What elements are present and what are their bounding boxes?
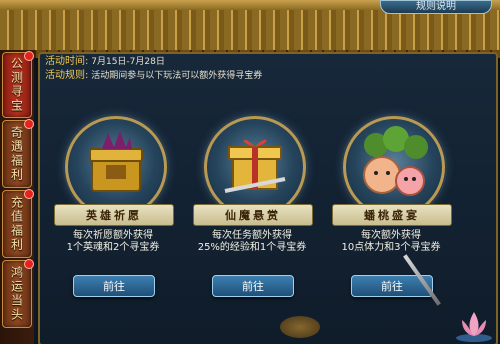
- notification-dot: [24, 51, 34, 61]
- notification-dot: [24, 119, 34, 129]
- gold-pile-decoration: [280, 316, 320, 338]
- card-hero-prayer: 英雄祈愿 每次祈愿额外获得 1个英魂和2个寻宝券 前往: [44, 112, 182, 300]
- card-title: 仙魔悬赏: [193, 204, 313, 226]
- notification-dot: [24, 189, 34, 199]
- time-value: 7月15日-7月28日: [91, 57, 165, 67]
- card-title: 英雄祈愿: [54, 204, 174, 226]
- card-title: 蟠桃盛宴: [332, 204, 452, 226]
- go-button[interactable]: 前往: [212, 275, 294, 297]
- card-desc-line1: 每次祈愿额外获得: [73, 230, 153, 241]
- tab-good-fortune[interactable]: 鸿运当头: [2, 259, 34, 328]
- tab-label: 公测寻宝: [9, 57, 24, 113]
- treasure-chest-icon: [65, 116, 167, 218]
- activity-info: 活动时间: 7月15日-7月28日 活动规则: 活动期间参与以下玩法可以额外获得…: [45, 55, 262, 83]
- golden-gift-box-icon: [204, 116, 306, 218]
- card-desc-line2: 25%的经验和1个寻宝券: [197, 242, 307, 253]
- go-button[interactable]: 前往: [73, 275, 155, 297]
- card-immortal-bounty: 仙魔悬赏 每次任务额外获得 25%的经验和1个寻宝券 前往: [183, 112, 321, 300]
- card-desc-line1: 每次额外获得: [361, 230, 421, 241]
- card-description: 每次额外获得 10点体力和3个寻宝券: [322, 230, 460, 254]
- tab-label: 奇遇福利: [9, 126, 24, 182]
- rule-value: 活动期间参与以下玩法可以额外获得寻宝券: [91, 71, 263, 81]
- card-description: 每次任务额外获得 25%的经验和1个寻宝券: [183, 230, 321, 254]
- rule-key: 活动规则:: [45, 70, 89, 81]
- card-desc-line2: 10点体力和3个寻宝券: [341, 242, 441, 253]
- peach-spirits-icon: [343, 116, 445, 218]
- rules-button[interactable]: 规则说明: [380, 0, 492, 14]
- lotus-flower-icon: [456, 312, 492, 342]
- tab-adventure-welfare[interactable]: 奇遇福利: [2, 119, 34, 188]
- notification-dot: [24, 259, 34, 269]
- tab-label: 充值福利: [9, 196, 24, 252]
- tab-recharge-welfare[interactable]: 充值福利: [2, 189, 34, 258]
- sidebar: 公测寻宝 奇遇福利 充值福利 鸿运当头: [0, 50, 34, 344]
- card-desc-line1: 每次任务额外获得: [212, 230, 292, 241]
- card-desc-line2: 1个英魂和2个寻宝券: [66, 242, 160, 253]
- tab-label: 鸿运当头: [9, 266, 24, 322]
- tab-public-test-treasure[interactable]: 公测寻宝: [2, 51, 34, 118]
- card-peach-banquet: 蟠桃盛宴 每次额外获得 10点体力和3个寻宝券 前往: [322, 112, 460, 300]
- game-screen: 规则说明 公测寻宝 奇遇福利 充值福利 鸿运当头 活动时间: 7月15日-7月2…: [0, 0, 500, 344]
- time-key: 活动时间:: [45, 56, 89, 67]
- card-description: 每次祈愿额外获得 1个英魂和2个寻宝券: [44, 230, 182, 254]
